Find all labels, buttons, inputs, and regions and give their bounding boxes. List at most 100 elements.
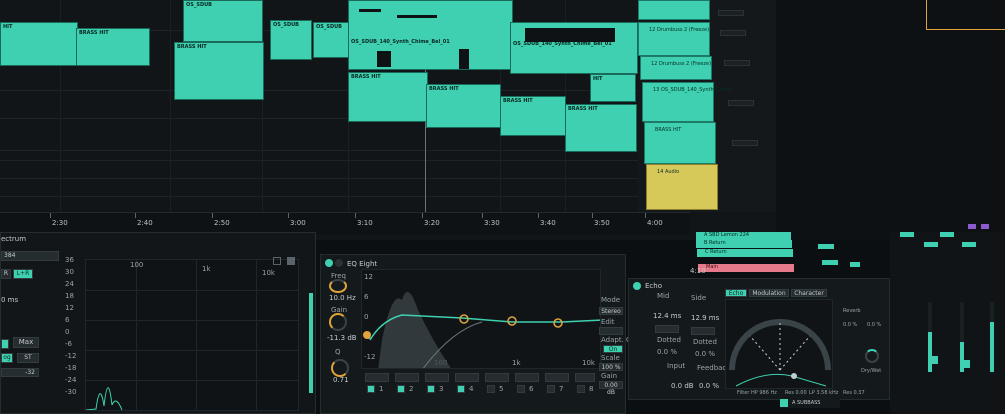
gain-knob[interactable]	[329, 313, 347, 331]
clip-brass-hit[interactable]: BRASS HIT	[174, 42, 264, 100]
tab-echo[interactable]: Echo	[725, 289, 747, 297]
band-handle[interactable]	[363, 331, 371, 339]
mode-select[interactable]: Stereo	[599, 307, 623, 315]
return-track[interactable]: A SBD Lemon 224	[696, 232, 791, 240]
time-marker: 3:30	[484, 219, 500, 227]
echo-display[interactable]	[725, 299, 833, 389]
track-header[interactable]: BRASS HIT	[644, 122, 716, 164]
track-control[interactable]	[724, 60, 750, 66]
filter-hp-label[interactable]: Filter HP 986 Hz	[737, 391, 777, 396]
clip-os-sdub[interactable]: OS_SDUB	[183, 0, 263, 42]
input-value[interactable]: 0.0 dB	[671, 383, 694, 390]
band-filter-type[interactable]	[365, 373, 389, 382]
bottom-track-bar[interactable]: A SUBBASS	[780, 398, 840, 408]
clip-synth-chime[interactable]: OS_SDUB_140_Synth_Chime_Bel_01	[348, 0, 513, 70]
band-toggle[interactable]	[457, 385, 465, 393]
q-value[interactable]: 0.71	[333, 377, 349, 384]
device-fold-icon[interactable]	[335, 259, 343, 267]
reverb-value[interactable]: 0.0 %	[843, 323, 857, 328]
band-toggle[interactable]	[367, 385, 375, 393]
band-filter-type[interactable]	[395, 373, 419, 382]
channel-button[interactable]: L+R	[13, 269, 33, 279]
device-power-icon[interactable]	[633, 282, 641, 290]
track-control[interactable]	[718, 10, 744, 16]
band-toggle[interactable]	[487, 385, 495, 393]
tab-character[interactable]: Character	[791, 289, 827, 297]
band-toggle[interactable]	[427, 385, 435, 393]
freq-value[interactable]: 10.0 Hz	[329, 295, 356, 302]
band-filter-type[interactable]	[485, 373, 509, 382]
band-filter-type[interactable]	[545, 373, 569, 382]
res-label[interactable]: Res 0.00	[785, 391, 807, 396]
clip-label: BRASS HIT	[79, 30, 109, 36]
main-track[interactable]: Main	[698, 264, 794, 272]
clip-hit[interactable]: HIT	[590, 74, 636, 102]
clip-os-sdub[interactable]: OS_SDUB	[313, 22, 349, 58]
st-button[interactable]: ST	[17, 353, 39, 363]
delay-right-value[interactable]: 12.9 ms	[691, 315, 719, 322]
sync-left[interactable]	[655, 325, 679, 333]
avg-time[interactable]: 0 ms	[1, 297, 18, 304]
track-header[interactable]: 12 Drumbuss 2 (Freeze)	[638, 22, 710, 56]
clip-brass-hit[interactable]: BRASS HIT	[565, 104, 637, 152]
device-power-icon[interactable]	[325, 259, 333, 267]
eq-display[interactable]: 12 6 0 -6 -12 100 1k 10k	[361, 269, 601, 369]
clip-brass-hit[interactable]: BRASS HIT	[76, 28, 150, 66]
band-toggle[interactable]	[547, 385, 555, 393]
solo-button[interactable]	[962, 360, 970, 368]
clip-brass-hit[interactable]: BRASS HIT	[500, 96, 566, 136]
band-filter-type[interactable]	[455, 373, 479, 382]
expand-icon[interactable]	[273, 257, 281, 265]
tab-modulation[interactable]: Modulation	[749, 289, 789, 297]
band-filter-type[interactable]	[425, 373, 449, 382]
offset-right[interactable]: 0.0 %	[695, 351, 715, 358]
max-button[interactable]: Max	[13, 337, 39, 348]
return-track[interactable]: C Return	[697, 249, 793, 257]
track-control[interactable]	[732, 140, 758, 146]
edit-button[interactable]	[599, 327, 623, 335]
res-label[interactable]: Res 0.37	[843, 391, 865, 396]
sync-mode-left[interactable]: Dotted	[657, 337, 681, 344]
arrangement-view: HIT BRASS HIT OS_SDUB BRASS HIT OS_SDUB …	[0, 0, 1005, 240]
out-gain-value[interactable]: 0.00 dB	[599, 381, 623, 396]
reverb-value[interactable]: 0.0 %	[867, 323, 881, 328]
feedback-value[interactable]: 0.0 %	[699, 383, 719, 390]
return-track[interactable]: B Return	[696, 240, 792, 248]
gain-value[interactable]: -11.3 dB	[327, 335, 357, 342]
band-filter-type[interactable]	[515, 373, 539, 382]
scale-value[interactable]: 100 %	[599, 363, 623, 371]
adapt-q-button[interactable]: On	[603, 345, 623, 353]
block-select[interactable]: 384	[1, 251, 59, 261]
r-button[interactable]: R	[1, 269, 11, 279]
track-header[interactable]: 14 Audio	[646, 164, 718, 210]
track-header[interactable]: 13 OS_SDUB_140_Synth_Chime	[642, 82, 732, 122]
toggle-button[interactable]	[1, 339, 9, 349]
solo-button[interactable]	[930, 356, 938, 364]
log-button[interactable]: og	[1, 353, 13, 363]
lp-label[interactable]: LP 3.58 kHz	[809, 391, 838, 396]
track-control[interactable]	[720, 30, 746, 36]
spectrum-display[interactable]: 100 1k 10k	[85, 259, 299, 411]
track-header[interactable]	[638, 0, 710, 20]
clip-os-sdub[interactable]: OS_SDUB	[270, 20, 312, 60]
band-toggle[interactable]	[577, 385, 585, 393]
track-header[interactable]: 12 Drumbuss 2 (Freeze)	[640, 56, 712, 80]
save-icon[interactable]	[287, 257, 295, 265]
clip-synth-chime[interactable]: OS_SDUB_140_Synth_Chime_Bel_01	[510, 22, 638, 74]
offset-left[interactable]: 0.0 %	[657, 349, 677, 356]
clip-hit[interactable]: HIT	[0, 22, 78, 66]
band-toggle[interactable]	[517, 385, 525, 393]
sync-mode-right[interactable]: Dotted	[693, 339, 717, 346]
q-knob[interactable]	[331, 359, 349, 377]
track-select-icon[interactable]	[780, 399, 788, 407]
freq-knob[interactable]	[329, 279, 347, 293]
band-filter-type[interactable]	[575, 373, 595, 382]
sync-right[interactable]	[691, 327, 715, 335]
track-control[interactable]	[728, 100, 754, 106]
dry-wet-knob[interactable]	[865, 349, 879, 363]
range-field[interactable]: -32	[1, 368, 39, 377]
delay-left-value[interactable]: 12.4 ms	[653, 313, 681, 320]
clip-brass-hit[interactable]: BRASS HIT	[426, 84, 501, 128]
clip-brass-hit[interactable]: BRASS HIT	[348, 72, 428, 122]
band-toggle[interactable]	[397, 385, 405, 393]
